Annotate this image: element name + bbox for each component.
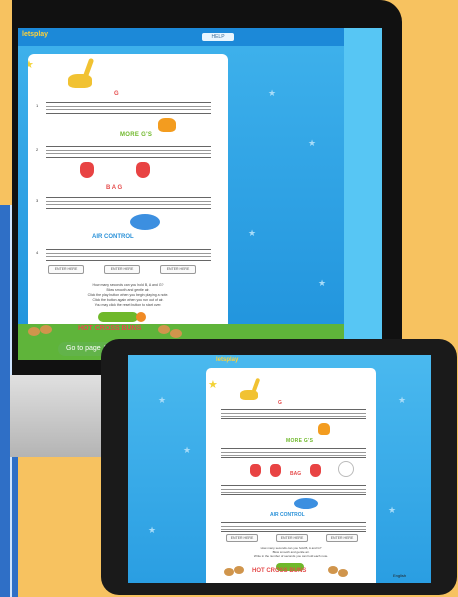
instructions: How many seconds can you hold B, A and G… xyxy=(38,283,218,308)
entry-field[interactable]: ENTER HERE xyxy=(326,534,358,542)
music-staff xyxy=(221,448,366,458)
next-song-title[interactable]: HOT CROSS BUNS xyxy=(252,568,306,574)
bun-icon xyxy=(170,329,182,338)
bun-icon xyxy=(234,566,244,574)
bun-icon xyxy=(328,566,338,574)
giraffe-illustration xyxy=(318,423,330,435)
entry-field[interactable]: ENTER HERE xyxy=(104,265,140,274)
section-label-more-gs: MORE G'S xyxy=(286,438,314,444)
giraffe-illustration xyxy=(158,118,176,132)
bun-icon xyxy=(224,568,234,576)
help-button[interactable]: HELP xyxy=(202,33,234,41)
section-label-bag: B A G xyxy=(106,185,123,191)
instructions: How many seconds can you hold B, A and G… xyxy=(211,546,371,558)
tablet-device: letsplay ★ ★ ★ ★ ★ ★ G MORE G'S BAG AIR … xyxy=(101,339,457,595)
app-header xyxy=(18,28,382,46)
giraffe-illustration xyxy=(68,74,92,88)
bag-illustration xyxy=(80,162,94,178)
music-sheet: ★ G 1 MORE G'S 2 B A G 3 AIR CONTROL 4 E… xyxy=(28,54,228,354)
entry-field[interactable]: ENTER HERE xyxy=(276,534,308,542)
section-label-g: G xyxy=(278,400,282,406)
language-selector[interactable]: English xyxy=(393,573,406,578)
entry-field[interactable]: ENTER HERE xyxy=(160,265,196,274)
bag-illustration xyxy=(136,162,150,178)
staff-number: 2 xyxy=(36,147,39,152)
music-staff xyxy=(221,485,366,495)
section-label-air-control: AIR CONTROL xyxy=(92,234,134,240)
giraffe-neck xyxy=(82,57,95,79)
monitor-screen: letsplay HELP ★ ★ ★ ★ ★ G 1 MORE G'S 2 B… xyxy=(18,28,382,360)
instruction-line: You may click the reset button to start … xyxy=(94,303,162,307)
music-staff xyxy=(46,249,211,261)
star-icon: ★ xyxy=(148,525,157,535)
star-icon: ★ xyxy=(248,228,257,238)
bag-illustration xyxy=(310,464,321,477)
music-staff xyxy=(221,522,366,532)
music-staff xyxy=(46,146,211,158)
star-icon: ★ xyxy=(308,138,317,148)
section-label-more-gs: MORE G'S xyxy=(120,132,153,138)
bun-icon xyxy=(338,569,348,577)
reset-button[interactable] xyxy=(136,312,146,322)
star-icon: ★ xyxy=(208,379,218,391)
star-icon: ★ xyxy=(398,395,407,405)
star-icon: ★ xyxy=(268,88,277,98)
bun-icon xyxy=(28,327,40,336)
monitor-stand xyxy=(10,375,110,457)
staff-number: 4 xyxy=(36,250,39,255)
side-strip xyxy=(344,28,382,360)
section-label-g: G xyxy=(114,91,119,97)
star-icon: ★ xyxy=(388,505,397,515)
app-logo: letsplay xyxy=(22,31,49,38)
bag-illustration xyxy=(250,464,261,477)
section-label-bag: BAG xyxy=(290,471,302,477)
bun-icon xyxy=(158,325,170,334)
music-staff xyxy=(221,409,366,419)
star-icon: ★ xyxy=(318,278,327,288)
cloud-illustration xyxy=(130,214,160,230)
staff-number: 1 xyxy=(36,103,39,108)
music-staff xyxy=(46,197,211,209)
app-logo: letsplay xyxy=(216,357,239,363)
giraffe-neck xyxy=(251,377,261,393)
staff-number: 3 xyxy=(36,198,39,203)
section-label-air-control: AIR CONTROL xyxy=(270,512,305,518)
tablet-home-button[interactable] xyxy=(338,461,354,477)
tablet-screen: letsplay ★ ★ ★ ★ ★ ★ G MORE G'S BAG AIR … xyxy=(128,355,431,583)
music-staff xyxy=(46,102,211,114)
entry-field[interactable]: ENTER HERE xyxy=(226,534,258,542)
bun-icon xyxy=(40,325,52,334)
star-icon: ★ xyxy=(158,395,167,405)
cloud-illustration xyxy=(294,498,318,509)
bag-illustration xyxy=(270,464,281,477)
entry-field[interactable]: ENTER HERE xyxy=(48,265,84,274)
play-button[interactable] xyxy=(98,312,138,322)
next-song-title[interactable]: HOT CROSS BUNS xyxy=(78,325,141,332)
star-icon: ★ xyxy=(183,445,192,455)
instruction-line: Write in the number of seconds you can h… xyxy=(253,554,329,558)
star-icon: ★ xyxy=(28,59,34,71)
